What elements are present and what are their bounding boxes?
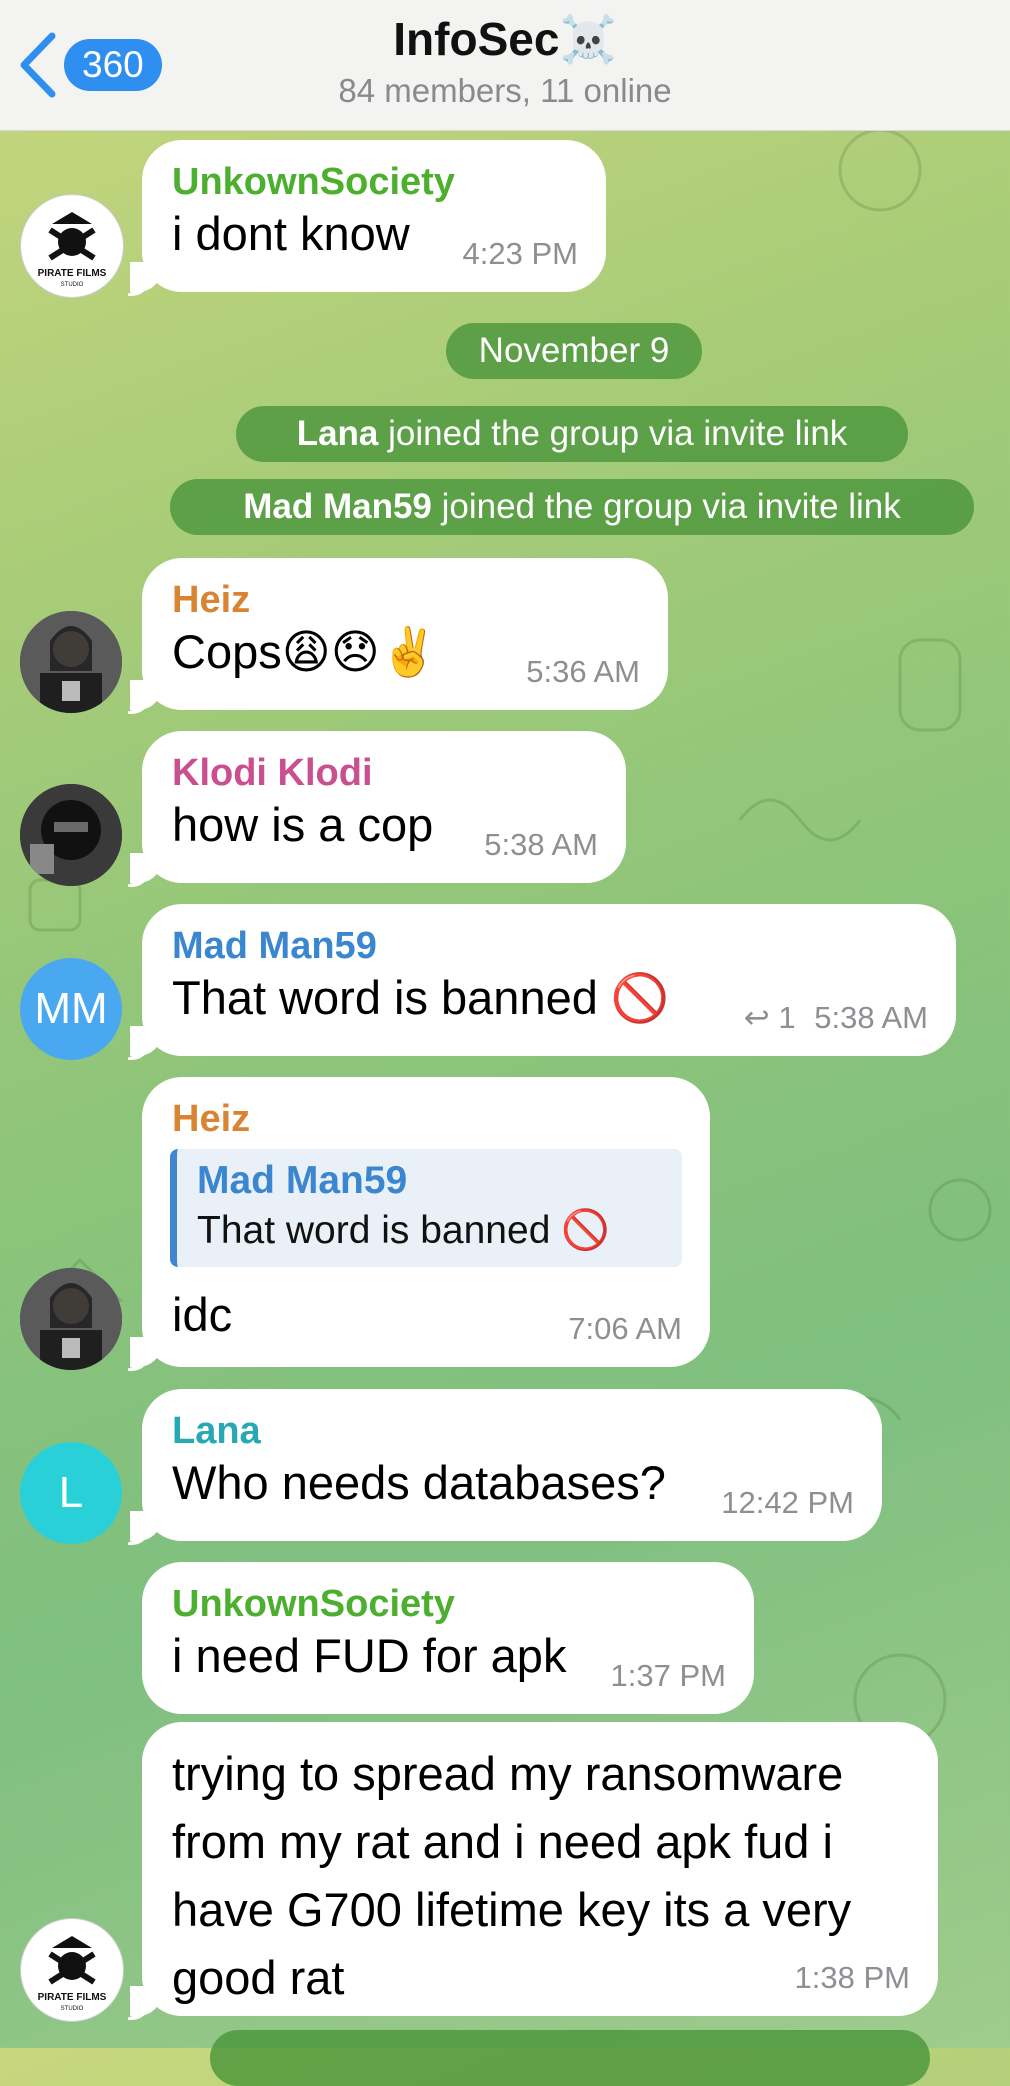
pirate-films-logo-icon: PIRATE FILMS STUDIO	[38, 212, 107, 288]
message-text-line: have G700 lifetime key its a very	[172, 1883, 852, 1936]
logo-subtext: STUDIO	[61, 282, 84, 288]
message-time: 5:36 AM	[526, 654, 640, 689]
message-time: 12:42 PM	[721, 1485, 854, 1520]
avatar-initials: MM	[34, 984, 108, 1033]
user-photo-icon	[20, 1268, 122, 1370]
service-message-partial	[210, 2030, 930, 2086]
avatar[interactable]: PIRATE FILMS STUDIO	[20, 1918, 124, 2022]
service-text: joined the group via invite link	[431, 487, 901, 526]
message-bubble[interactable]: Klodi Klodi how is a cop 5:38 AM	[130, 731, 626, 883]
user-photo-icon	[20, 611, 122, 713]
message-bubble[interactable]: UnkownSociety i dont know 4:23 PM	[130, 140, 606, 292]
message-time: 1:38 PM	[794, 1960, 910, 1995]
avatar[interactable]: PIRATE FILMS STUDIO	[20, 194, 124, 298]
sender-name[interactable]: Lana	[172, 1409, 852, 1453]
sender-name[interactable]: Mad Man59	[172, 924, 926, 968]
logo-text: PIRATE FILMS	[38, 1992, 107, 2003]
sender-name[interactable]: UnkownSociety	[172, 1582, 724, 1626]
skull-crossbones-icon: ☠️	[559, 13, 617, 65]
sender-name[interactable]: Heiz	[172, 578, 638, 622]
message-meta: ↩ 1 5:38 AM	[744, 1000, 928, 1036]
logo-subtext: STUDIO	[61, 2006, 84, 2012]
sender-name[interactable]: UnkownSociety	[172, 160, 576, 204]
user-photo-icon	[20, 784, 122, 886]
reply-text: That word is banned 🚫	[197, 1209, 610, 1252]
service-user-name[interactable]: Mad Man59	[243, 487, 432, 526]
reply-quote[interactable]: Mad Man59 That word is banned 🚫	[170, 1149, 682, 1267]
reply-sender: Mad Man59	[197, 1159, 408, 1202]
message-bubble[interactable]: Lana Who needs databases? 12:42 PM	[130, 1389, 882, 1541]
avatar[interactable]	[20, 784, 122, 886]
avatar[interactable]: MM	[20, 958, 122, 1060]
message-bubble[interactable]: Mad Man59 That word is banned 🚫 ↩ 1 5:38…	[130, 904, 956, 1056]
message-text-line: from my rat and i need apk fud i	[172, 1815, 833, 1868]
message-text-line: trying to spread my ransomware	[172, 1747, 844, 1800]
members-status[interactable]: 84 members, 11 online	[0, 72, 1010, 110]
sender-name[interactable]: Klodi Klodi	[172, 751, 596, 795]
chat-header: 360 InfoSec☠️ 84 members, 11 online	[0, 0, 1010, 131]
message-time: 4:23 PM	[462, 236, 578, 271]
date-separator: November 9	[446, 323, 702, 379]
logo-text: PIRATE FILMS	[38, 268, 107, 279]
sender-name[interactable]: Heiz	[172, 1097, 680, 1141]
service-message: Mad Man59 joined the group via invite li…	[170, 479, 974, 535]
reply-count: 1	[778, 1000, 796, 1035]
message-bubble[interactable]: UnkownSociety i need FUD for apk 1:37 PM	[142, 1562, 754, 1714]
avatar[interactable]: L	[20, 1442, 122, 1544]
service-user-name[interactable]: Lana	[297, 414, 379, 453]
service-message: Lana joined the group via invite link	[236, 406, 908, 462]
message-time: 7:06 AM	[568, 1311, 682, 1346]
message-time: 1:37 PM	[610, 1658, 726, 1693]
avatar[interactable]	[20, 1268, 122, 1370]
chat-title[interactable]: InfoSec☠️	[0, 12, 1010, 67]
message-bubble[interactable]: Heiz Mad Man59 That word is banned 🚫 idc…	[130, 1077, 710, 1367]
pirate-films-logo-icon: PIRATE FILMS STUDIO	[38, 1936, 107, 2012]
message-text: idc	[172, 1288, 233, 1341]
message-time: 5:38 AM	[814, 1000, 928, 1035]
reply-arrow-icon[interactable]: ↩	[744, 1000, 770, 1035]
avatar-initials: L	[58, 1468, 84, 1517]
message-time: 5:38 AM	[484, 827, 598, 862]
message-bubble[interactable]: trying to spread my ransomware from my r…	[130, 1722, 938, 2016]
message-bubble[interactable]: Heiz Cops😩😞✌️ 5:36 AM	[130, 558, 668, 710]
service-text: joined the group via invite link	[378, 414, 848, 453]
avatar[interactable]	[20, 611, 122, 713]
